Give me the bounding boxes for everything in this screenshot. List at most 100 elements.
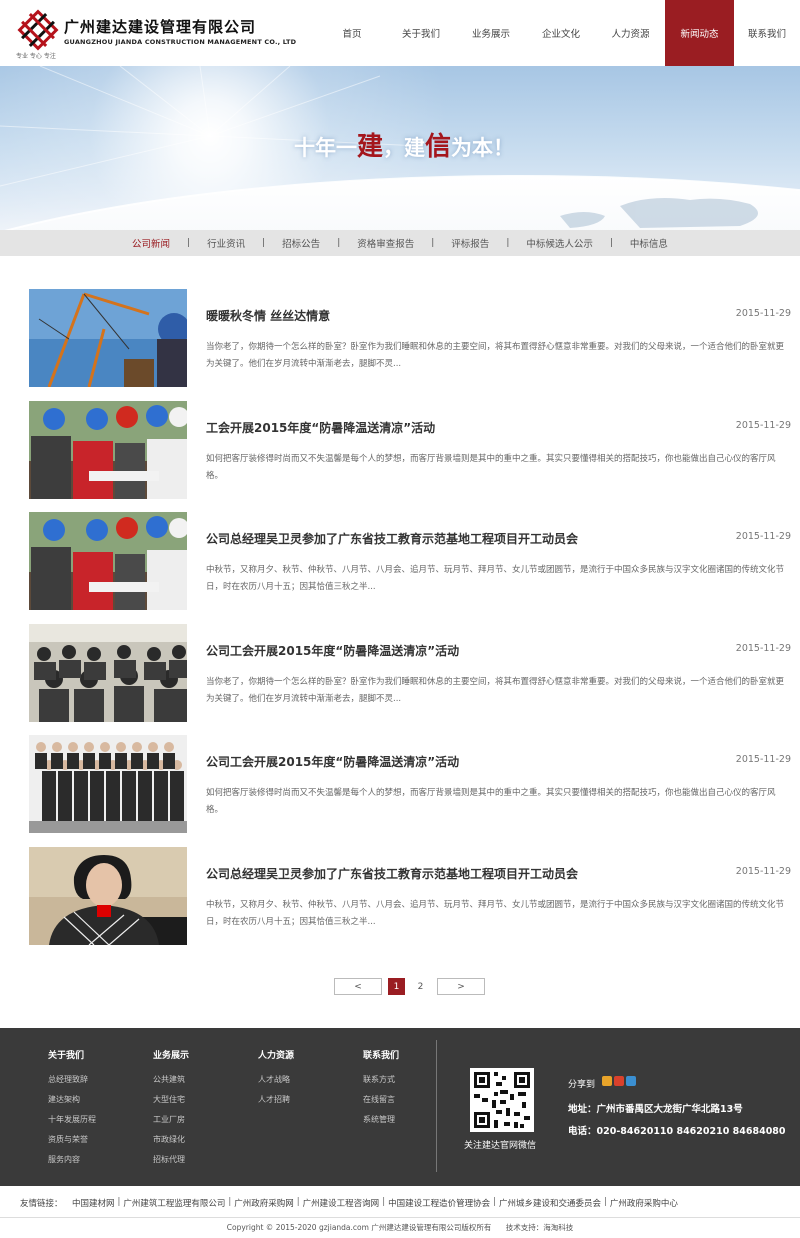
news-title[interactable]: 工会开展2015年度“防暑降温送清凉”活动 [206,419,435,436]
news-date: 2015-11-29 [735,865,791,877]
friend-link[interactable]: 广州建设工程咨询网 [303,1197,380,1209]
news-title[interactable]: 公司工会开展2015年度“防暑降温送清凉”活动 [206,753,459,770]
company-logo-icon[interactable] [17,9,59,51]
footer-link[interactable]: 人才战略 [258,1070,294,1090]
news-item[interactable]: 公司总经理吴卫灵参加了广东省技工教育示范基地工程项目开工动员会 2015-11-… [29,512,791,624]
news-thumbnail-meeting[interactable] [29,623,187,722]
footer-link[interactable]: 服务内容 [48,1150,96,1170]
nav-about[interactable]: 关于我们 [386,0,456,66]
news-item[interactable]: 公司总经理吴卫灵参加了广东省技工教育示范基地工程项目开工动员会 2015-11-… [29,846,791,959]
subnav-qualification-report[interactable]: 资格审查报告 [357,236,414,250]
nav-hr[interactable]: 人力资源 [596,0,665,66]
footer-link[interactable]: 公共建筑 [153,1070,189,1090]
subnav-award-info[interactable]: 中标信息 [630,236,668,250]
subnav-industry-news[interactable]: 行业资讯 [207,236,245,250]
slogan-highlight-jian: 建 [357,132,384,162]
friend-link[interactable]: 广州政府采购中心 [610,1197,678,1209]
footer-link[interactable]: 人才招聘 [258,1090,294,1110]
footer-link[interactable]: 工业厂房 [153,1110,189,1130]
footer-column-title: 业务展示 [153,1051,190,1061]
footer-link[interactable]: 联系方式 [363,1070,399,1090]
subnav-separator: | [337,238,341,248]
share-tencent-icon[interactable] [626,1076,636,1086]
nav-business[interactable]: 业务展示 [456,0,526,66]
footer-link[interactable]: 市政绿化 [153,1130,189,1150]
subnav-separator: | [262,238,266,248]
footer-address: 地址：广州市番禺区大龙街广华北路13号 [568,1104,743,1115]
nav-news[interactable]: 新闻动态 [665,0,734,66]
slogan-part2: ，建 [383,136,426,160]
friend-link[interactable]: 广州政府采购网 [234,1197,294,1209]
subnav-separator: | [609,238,613,248]
news-item[interactable]: 公司工会开展2015年度“防暑降温送清凉”活动 2015-11-29 如何把客厅… [29,735,791,847]
footer-link[interactable]: 招标代理 [153,1150,189,1170]
banner-slogan: 十年一建，建信为本！ [294,126,514,163]
news-summary: 当你老了，你期待一个怎么样的卧室？卧室作为我们睡眠和休息的主要空间，将其布置得舒… [206,342,785,369]
news-date: 2015-11-29 [735,754,791,766]
share-icons [602,1076,636,1086]
news-date: 2015-11-29 [735,642,791,654]
footer-link[interactable]: 在线留言 [363,1090,399,1110]
news-title[interactable]: 公司工会开展2015年度“防暑降温送清凉”活动 [206,642,459,659]
news-date: 2015-11-29 [735,531,791,543]
slogan-part3: 为本！ [451,136,515,160]
slogan-highlight-xin: 信 [425,132,452,162]
news-title[interactable]: 暖暖秋冬情 丝丝达情意 [206,307,330,324]
slogan-part1: 十年一 [294,136,357,160]
footer-link[interactable]: 资质与荣誉 [48,1130,96,1150]
nav-home[interactable]: 首页 [318,0,386,66]
subnav-tender-notice[interactable]: 招标公告 [282,236,320,250]
subnav-company-news[interactable]: 公司新闻 [132,236,170,250]
footer-link[interactable]: 系统管理 [363,1110,399,1130]
share-weibo-icon[interactable] [614,1076,624,1086]
friend-link[interactable]: 中国建材网 [72,1197,115,1209]
news-thumbnail-hardhats[interactable] [29,512,187,611]
news-item[interactable]: 暖暖秋冬情 丝丝达情意 2015-11-29 当你老了，你期待一个怎么样的卧室？… [29,289,791,401]
friend-links-label: 友情链接： [20,1199,63,1209]
share-label: 分享到 [568,1080,596,1090]
friend-link[interactable]: 广州建筑工程监理有限公司 [123,1197,225,1209]
friend-link[interactable]: 中国建设工程造价管理协会 [388,1197,490,1209]
wechat-qr-code-icon [470,1068,534,1132]
news-summary: 如何把客厅装修得时尚而又不失温馨是每个人的梦想，而客厅背景墙则是其中的重中之重。… [206,788,776,816]
footer-phone: 电话：020-84620110 84620210 84684080 [568,1126,786,1137]
friend-links-list: 中国建材网 | 广州建筑工程监理有限公司 | 广州政府采购网 | 广州建设工程咨询网 |… [72,1197,678,1209]
subnav-separator: | [431,238,435,248]
subnav-separator: | [506,238,510,248]
company-name-cn[interactable]: 广州建达建设管理有限公司 [64,16,256,37]
copyright-text: Copyright © 2015-2020 gzjianda.com 广州建达建… [226,1223,492,1232]
footer-column-about: 关于我们 总经理致辞 建达架构 十年发展历程 资质与荣誉 服务内容 [48,1048,96,1170]
site-footer: 关于我们 总经理致辞 建达架构 十年发展历程 资质与荣誉 服务内容 业务展示 公… [0,1028,800,1186]
footer-link[interactable]: 十年发展历程 [48,1110,96,1130]
footer-column-hr: 人力资源 人才战略 人才招聘 [258,1048,294,1110]
news-thumbnail-cranes[interactable] [29,289,187,387]
subnav-candidate-notice[interactable]: 中标候选人公示 [526,236,593,250]
news-date: 2015-11-29 [735,308,791,319]
hero-banner: 十年一建，建信为本！ [0,66,800,230]
page-1-button[interactable]: 1 [388,978,405,995]
nav-contact[interactable]: 联系我们 [734,0,800,66]
next-page-button[interactable]: > [437,978,485,995]
news-title[interactable]: 公司总经理吴卫灵参加了广东省技工教育示范基地工程项目开工动员会 [206,530,578,547]
news-thumbnail-portrait[interactable] [29,846,187,945]
subnav-separator: | [187,238,191,248]
news-thumbnail-group-photo[interactable] [29,735,187,834]
footer-link[interactable]: 建达架构 [48,1090,96,1110]
friend-link[interactable]: 广州城乡建设和交通委员会 [499,1197,601,1209]
news-thumbnail-hardhats[interactable] [29,400,187,499]
prev-page-button[interactable]: < [334,978,382,995]
footer-link[interactable]: 总经理致辞 [48,1070,96,1090]
news-title[interactable]: 公司总经理吴卫灵参加了广东省技工教育示范基地工程项目开工动员会 [206,865,578,882]
news-item[interactable]: 工会开展2015年度“防暑降温送清凉”活动 2015-11-29 如何把客厅装修… [29,400,791,513]
nav-culture[interactable]: 企业文化 [526,0,596,66]
news-summary: 中秋节，又称月夕、秋节、仲秋节、八月节、八月会、追月节、玩月节、拜月节、女儿节或… [206,565,785,593]
footer-link[interactable]: 大型住宅 [153,1090,189,1110]
news-item[interactable]: 公司工会开展2015年度“防暑降温送清凉”活动 2015-11-29 当你老了，… [29,623,791,736]
page-2-button[interactable]: 2 [412,978,429,995]
news-summary: 如何把客厅装修得时尚而又不失温馨是每个人的梦想，而客厅背景墙则是其中的重中之重。… [206,453,776,481]
subnav-evaluation-report[interactable]: 评标报告 [451,236,489,250]
news-summary: 当你老了，你期待一个怎么样的卧室？卧室作为我们睡眠和休息的主要空间，将其布置得舒… [206,676,785,704]
news-summary: 中秋节，又称月夕、秋节、仲秋节、八月节、八月会、追月节、玩月节、拜月节、女儿节或… [206,899,785,927]
footer-column-title: 人力资源 [258,1051,295,1061]
share-qzone-icon[interactable] [602,1076,612,1086]
